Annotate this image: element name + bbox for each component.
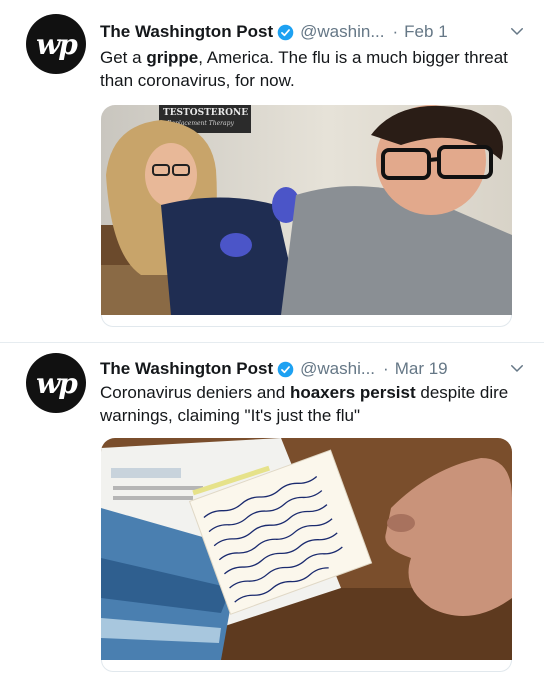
chevron-down-icon[interactable] (508, 22, 526, 40)
photo-frame (101, 315, 512, 327)
verified-badge-icon (277, 361, 294, 377)
tweet-date[interactable]: Mar 19 (395, 359, 448, 379)
tweet-header: The Washington Post @washin... · Feb 1 (100, 20, 526, 44)
separator-dot: · (383, 359, 389, 378)
chevron-down-icon[interactable] (508, 359, 526, 377)
tweet-1[interactable]: wp The Washington Post @washin... · Feb … (0, 0, 544, 340)
avatar[interactable]: wp (26, 14, 86, 74)
verified-badge-icon (277, 24, 294, 40)
tweet-photo[interactable] (101, 438, 512, 660)
avatar-logo: wp (36, 27, 78, 61)
handwritten-note-photo (101, 438, 512, 660)
author-name[interactable]: The Washington Post (100, 22, 273, 42)
author-name[interactable]: The Washington Post (100, 359, 273, 379)
author-handle[interactable]: @washi... (300, 359, 375, 379)
photo-frame (101, 660, 512, 672)
author-handle[interactable]: @washin... (300, 22, 384, 42)
tweet-photo[interactable]: TESTOSTERONE Replacement Therapy (101, 105, 512, 315)
separator-dot: · (392, 22, 399, 41)
tweet-2[interactable]: wp The Washington Post @washi... · Mar 1… (0, 345, 544, 680)
avatar[interactable]: wp (26, 353, 86, 413)
sign-title: TESTOSTERONE (163, 108, 248, 118)
vaccination-photo: TESTOSTERONE Replacement Therapy (101, 105, 512, 315)
avatar-logo: wp (36, 366, 78, 400)
tweet-text: Coronavirus deniers and hoaxers persist … (100, 383, 509, 425)
tweet-text: Get a grippe, America. The flu is a much… (100, 48, 508, 90)
tweet-header: The Washington Post @washi... · Mar 19 (100, 357, 526, 381)
tweet-date[interactable]: Feb 1 (404, 22, 447, 42)
divider (0, 342, 544, 343)
